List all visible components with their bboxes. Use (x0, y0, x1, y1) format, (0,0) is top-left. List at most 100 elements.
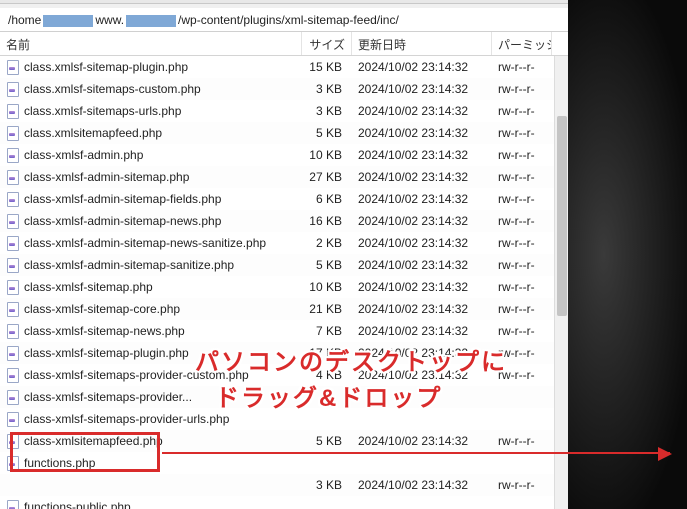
cell-perm: rw-r--r- (492, 254, 552, 276)
column-header-name[interactable]: 名前 (0, 32, 302, 55)
cell-name[interactable]: class-xmlsf-admin.php (0, 144, 302, 166)
cell-name[interactable]: class-xmlsf-sitemap-plugin.php (0, 342, 302, 364)
file-name-label: class-xmlsf-sitemap-core.php (24, 298, 180, 320)
file-manager-panel: /homewww./wp-content/plugins/xml-sitemap… (0, 0, 568, 509)
file-name-label: class-xmlsf-admin.php (24, 144, 143, 166)
cell-name[interactable]: functions.php (0, 452, 302, 474)
cell-perm: rw-r--r- (492, 56, 552, 78)
cell-date: 2024/10/02 23:14:32 (352, 254, 492, 276)
column-header-perm[interactable]: パーミッシ (492, 32, 552, 55)
php-file-icon (6, 60, 20, 74)
cell-name[interactable]: class-xmlsf-sitemaps-provider... (0, 386, 302, 408)
file-name-label: functions-public.php (24, 496, 131, 509)
cell-size: 3 KB (302, 78, 352, 100)
cell-perm: rw-r--r- (492, 210, 552, 232)
table-row[interactable]: class-xmlsf-sitemap.php10 KB2024/10/02 2… (0, 276, 568, 298)
file-name-label: class-xmlsf-admin-sitemap.php (24, 166, 189, 188)
table-row[interactable]: class-xmlsf-sitemap-core.php21 KB2024/10… (0, 298, 568, 320)
cell-size: 3 KB (302, 474, 352, 496)
cell-name[interactable]: class-xmlsf-admin-sitemap-news.php (0, 210, 302, 232)
table-row[interactable]: class-xmlsf-sitemaps-provider-custom.php… (0, 364, 568, 386)
table-row[interactable]: functions-public.php (0, 496, 568, 509)
path-bar[interactable]: /homewww./wp-content/plugins/xml-sitemap… (0, 8, 568, 32)
cell-name[interactable]: functions-public.php (0, 496, 302, 509)
column-header-date[interactable]: 更新日時 (352, 32, 492, 55)
cell-size: 5 KB (302, 122, 352, 144)
cell-name[interactable]: class.xmlsf-sitemaps-custom.php (0, 78, 302, 100)
cell-name[interactable]: class-xmlsf-admin-sitemap-news-sanitize.… (0, 232, 302, 254)
php-file-icon (6, 148, 20, 162)
php-file-icon (6, 390, 20, 404)
table-row[interactable]: class-xmlsf-sitemaps-provider... (0, 386, 568, 408)
scrollbar-thumb[interactable] (557, 116, 567, 316)
table-row[interactable]: class.xmlsf-sitemap-plugin.php15 KB2024/… (0, 56, 568, 78)
table-row[interactable]: class-xmlsf-admin-sitemap-sanitize.php5 … (0, 254, 568, 276)
cell-date: 2024/10/02 23:14:32 (352, 364, 492, 386)
cell-size (302, 386, 352, 408)
table-row[interactable]: class.xmlsitemapfeed.php 5 KB2024/10/02 2… (0, 122, 568, 144)
cell-name[interactable]: class-xmlsitemapfeed.php (0, 430, 302, 452)
cell-name[interactable]: class.xmlsitemapfeed.php (0, 122, 302, 144)
cell-size: 10 KB (302, 144, 352, 166)
file-list[interactable]: class.xmlsf-sitemap-plugin.php15 KB2024/… (0, 56, 568, 509)
cell-size: 6 KB (302, 188, 352, 210)
cell-name[interactable]: class-xmlsf-sitemaps-provider-custom.php (0, 364, 302, 386)
file-name-label: class.xmlsf-sitemaps-custom.php (24, 78, 201, 100)
cell-name[interactable]: class.xmlsf-sitemap-plugin.php (0, 56, 302, 78)
cell-date: 2024/10/02 23:14:32 (352, 188, 492, 210)
cell-size: 7 KB (302, 320, 352, 342)
cell-date: 2024/10/02 23:14:32 (352, 100, 492, 122)
cell-name[interactable]: class-xmlsf-sitemap-news.php (0, 320, 302, 342)
cell-name[interactable]: class-xmlsf-admin-sitemap.php (0, 166, 302, 188)
php-file-icon (6, 346, 20, 360)
cell-perm: rw-r--r- (492, 188, 552, 210)
php-file-icon (6, 126, 20, 140)
table-row[interactable]: class-xmlsf-admin-sitemap.php27 KB2024/1… (0, 166, 568, 188)
cell-date: 2024/10/02 23:14:32 (352, 276, 492, 298)
table-row[interactable]: class-xmlsf-sitemaps-provider-urls.php (0, 408, 568, 430)
table-row[interactable]: functions.php (0, 452, 568, 474)
php-file-icon (6, 280, 20, 294)
file-name-label: class-xmlsf-admin-sitemap-sanitize.php (24, 254, 234, 276)
file-name-label: class-xmlsf-sitemap-news.php (24, 320, 185, 342)
cell-date: 2024/10/02 23:14:32 (352, 320, 492, 342)
file-name-label: class.xmlsf-sitemap-plugin.php (24, 56, 188, 78)
cell-name[interactable] (0, 474, 302, 496)
cell-date: 2024/10/02 23:14:32 (352, 78, 492, 100)
table-row[interactable]: class-xmlsf-admin-sitemap-news.php16 KB2… (0, 210, 568, 232)
cell-size (302, 408, 352, 430)
cell-name[interactable]: class-xmlsf-admin-sitemap-sanitize.php (0, 254, 302, 276)
cell-date: 2024/10/02 23:14:32 (352, 122, 492, 144)
php-file-icon (6, 170, 20, 184)
cell-date: 2024/10/02 23:14:32 (352, 166, 492, 188)
table-row[interactable]: class-xmlsf-admin.php10 KB2024/10/02 23:… (0, 144, 568, 166)
cell-perm: rw-r--r- (492, 320, 552, 342)
table-row[interactable]: class-xmlsitemapfeed.php5 KB2024/10/02 2… (0, 430, 568, 452)
table-row[interactable]: class.xmlsf-sitemaps-custom.php 3 KB2024/… (0, 78, 568, 100)
cell-name[interactable]: class-xmlsf-sitemap-core.php (0, 298, 302, 320)
table-row[interactable]: 3 KB2024/10/02 23:14:32rw-r--r- (0, 474, 568, 496)
cell-name[interactable]: class-xmlsf-sitemap.php (0, 276, 302, 298)
table-row[interactable]: class-xmlsf-sitemap-plugin.php17 KB2024/… (0, 342, 568, 364)
cell-date: 2024/10/02 23:14:32 (352, 430, 492, 452)
scrollbar[interactable] (554, 56, 568, 509)
cell-name[interactable]: class.xmlsf-sitemaps-urls.php (0, 100, 302, 122)
cell-name[interactable]: class-xmlsf-admin-sitemap-fields.php (0, 188, 302, 210)
php-file-icon (6, 192, 20, 206)
cell-name[interactable]: class-xmlsf-sitemaps-provider-urls.php (0, 408, 302, 430)
path-redacted-2 (126, 15, 176, 27)
file-name-label: class-xmlsf-admin-sitemap-news.php (24, 210, 221, 232)
table-row[interactable]: class-xmlsf-admin-sitemap-fields.php6 KB… (0, 188, 568, 210)
table-row[interactable]: class.xmlsf-sitemaps-urls.php3 KB2024/10… (0, 100, 568, 122)
table-row[interactable]: class-xmlsf-sitemap-news.php 7 KB2024/10/… (0, 320, 568, 342)
table-row[interactable]: class-xmlsf-admin-sitemap-news-sanitize.… (0, 232, 568, 254)
php-file-icon (6, 104, 20, 118)
column-header-size[interactable]: サイズ (302, 32, 352, 55)
cell-size: 4 KB (302, 364, 352, 386)
cell-date: 2024/10/02 23:14:32 (352, 474, 492, 496)
php-file-icon (6, 456, 20, 470)
cell-perm: rw-r--r- (492, 474, 552, 496)
file-name-label: class.xmlsitemapfeed.php (24, 122, 162, 144)
cell-perm: rw-r--r- (492, 144, 552, 166)
cell-date (352, 496, 492, 509)
